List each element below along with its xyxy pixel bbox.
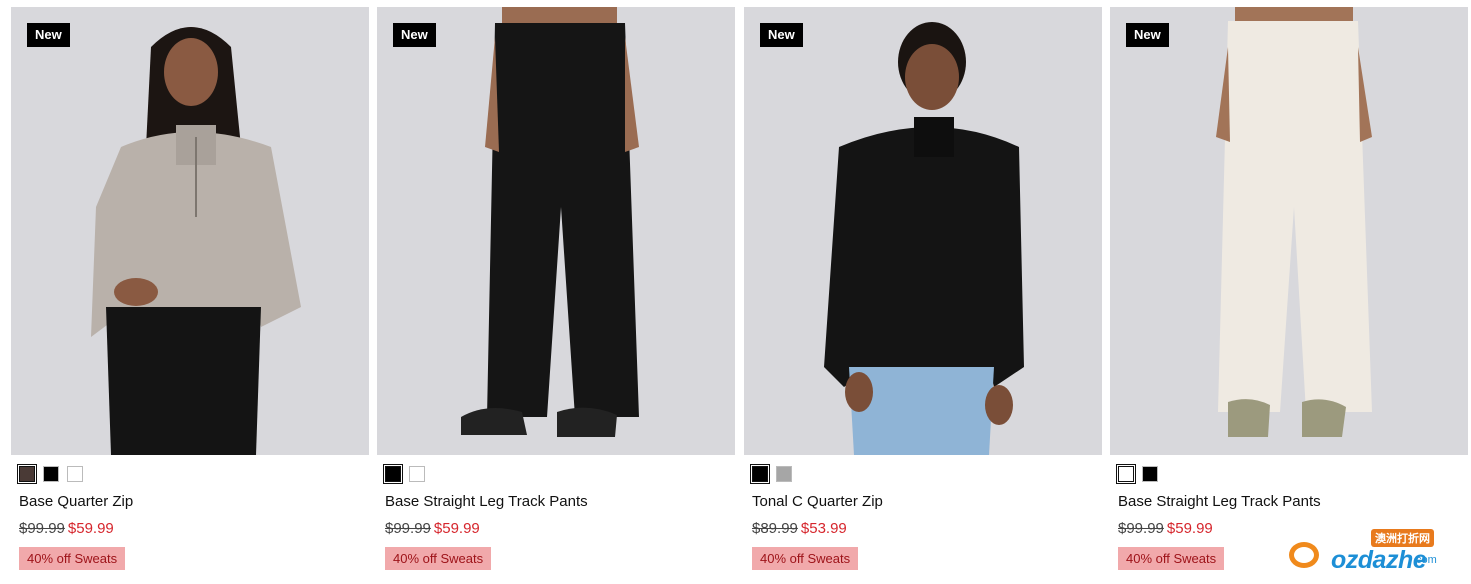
product-photo-black-track-pants bbox=[377, 7, 735, 455]
original-price: $99.99 bbox=[1118, 520, 1164, 537]
product-card[interactable]: New Base Quarter Zip $99.99 $59.99 40% of… bbox=[11, 7, 369, 570]
product-name[interactable]: Base Quarter Zip bbox=[19, 493, 369, 511]
promo-badge: 40% off Sweats bbox=[385, 547, 492, 570]
swatch-white[interactable] bbox=[67, 466, 83, 482]
product-card[interactable]: New Tonal C Quarter Zip $89.99 $53.99 40%… bbox=[744, 7, 1102, 570]
product-image[interactable]: New bbox=[744, 7, 1102, 455]
product-photo-white-track-pants bbox=[1110, 7, 1468, 455]
swatch-black[interactable] bbox=[43, 466, 59, 482]
product-photo-man-quarter-zip bbox=[744, 7, 1102, 455]
sale-price: $59.99 bbox=[67, 520, 114, 537]
swatch-black[interactable] bbox=[750, 464, 770, 484]
sale-price: $53.99 bbox=[800, 520, 847, 537]
sale-price: $59.99 bbox=[1166, 520, 1213, 537]
product-card[interactable]: New Base Straight Leg Track Pants $99.99… bbox=[377, 7, 735, 570]
new-badge: New bbox=[393, 23, 436, 47]
product-photo-woman-quarter-zip bbox=[11, 7, 369, 455]
product-name[interactable]: Base Straight Leg Track Pants bbox=[385, 493, 735, 511]
color-swatches bbox=[383, 464, 735, 484]
promo-badge: 40% off Sweats bbox=[752, 547, 859, 570]
promo-badge: 40% off Sweats bbox=[19, 547, 126, 570]
product-image[interactable]: New bbox=[1110, 7, 1468, 455]
swatch-white[interactable] bbox=[409, 466, 425, 482]
swatch-black[interactable] bbox=[383, 464, 403, 484]
price-row: $99.99 $59.99 bbox=[385, 520, 735, 538]
watermark-suffix: .com bbox=[1413, 554, 1437, 566]
watermark-chinese-label: 澳洲打折网 bbox=[1371, 529, 1434, 547]
sale-price: $59.99 bbox=[433, 520, 480, 537]
swatch-white[interactable] bbox=[1116, 464, 1136, 484]
price-row: $89.99 $53.99 bbox=[752, 520, 1102, 538]
product-image[interactable]: New bbox=[377, 7, 735, 455]
color-swatches bbox=[17, 464, 369, 484]
new-badge: New bbox=[27, 23, 70, 47]
product-image[interactable]: New bbox=[11, 7, 369, 455]
swatch-black[interactable] bbox=[1142, 466, 1158, 482]
swatch-brown[interactable] bbox=[17, 464, 37, 484]
product-name[interactable]: Base Straight Leg Track Pants bbox=[1118, 493, 1468, 511]
product-card[interactable]: New Base Straight Leg Track Pants $99.99… bbox=[1110, 7, 1468, 570]
original-price: $89.99 bbox=[752, 520, 798, 537]
promo-badge: 40% off Sweats bbox=[1118, 547, 1225, 570]
color-swatches bbox=[750, 464, 1102, 484]
watermark-brand: ozdazhe bbox=[1331, 546, 1427, 574]
original-price: $99.99 bbox=[19, 520, 65, 537]
new-badge: New bbox=[760, 23, 803, 47]
color-swatches bbox=[1116, 464, 1468, 484]
swatch-grey[interactable] bbox=[776, 466, 792, 482]
original-price: $99.99 bbox=[385, 520, 431, 537]
price-row: $99.99 $59.99 bbox=[19, 520, 369, 538]
new-badge: New bbox=[1126, 23, 1169, 47]
ozdazhe-watermark-logo: 澳洲打折网 ozdazhe .com bbox=[1287, 528, 1452, 574]
product-name[interactable]: Tonal C Quarter Zip bbox=[752, 493, 1102, 511]
logo-ring-icon bbox=[1289, 542, 1319, 568]
